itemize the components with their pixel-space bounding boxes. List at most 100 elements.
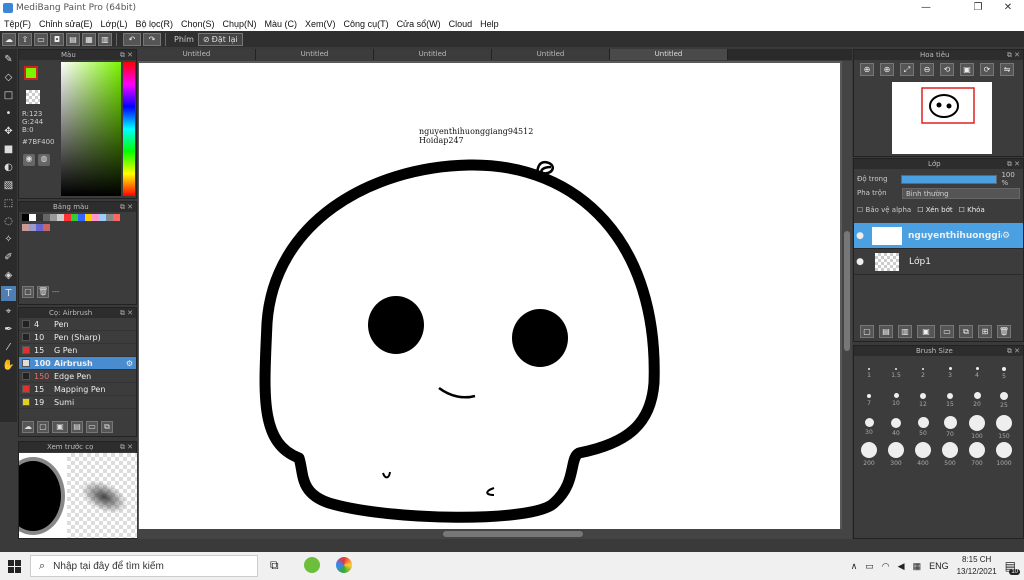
brush-size-option[interactable]: 15 (937, 387, 963, 413)
cloud-brush-icon[interactable]: ☁ (22, 421, 34, 433)
task-view-icon[interactable]: ⧉ (270, 558, 279, 573)
palette-swatch[interactable] (57, 214, 64, 221)
gradient-tool-icon[interactable]: ▧ (1, 178, 16, 193)
delete-layer-icon[interactable]: 🗑 (997, 325, 1011, 338)
panel-controls-icon[interactable]: ⧉ ✕ (120, 202, 133, 212)
brush-size-option[interactable]: 70 (937, 414, 963, 440)
duplicate-brush-icon[interactable]: ⧉ (101, 421, 113, 433)
brush-size-option[interactable]: 150 (991, 414, 1017, 440)
rotate-left-icon[interactable]: ⟲ (940, 63, 954, 76)
layout-icon[interactable]: ▥ (98, 32, 112, 46)
text-tool-icon[interactable]: T (1, 286, 16, 301)
palette-swatch[interactable] (85, 214, 92, 221)
brush-item[interactable]: 100 Airbrush ⚙ (19, 357, 136, 370)
eyedropper-tool-icon[interactable]: ⁄ (1, 340, 16, 355)
brush-item[interactable]: 19 Sumi (19, 396, 136, 409)
visibility-eye-icon[interactable]: ● (854, 231, 866, 241)
menu-layer[interactable]: Lớp(L) (97, 19, 132, 29)
palette-swatch[interactable] (50, 214, 57, 221)
windows-start-icon[interactable] (8, 560, 21, 573)
clock[interactable]: 8:15 CH 13/12/2021 (957, 554, 997, 578)
minimize-button[interactable]: — (912, 0, 940, 16)
add-brush-icon[interactable]: ▣ (52, 421, 68, 433)
dot-tool-icon[interactable]: • (1, 106, 16, 121)
maximize-button[interactable]: ❐ (964, 0, 992, 16)
chevron-up-icon[interactable]: ∧ (851, 561, 858, 572)
battery-icon[interactable]: ▭ (865, 561, 874, 572)
new-8bit-layer-icon[interactable]: ▥ (898, 325, 912, 338)
brush-settings-gear-icon[interactable]: ⚙ (126, 359, 133, 368)
panel-controls-icon[interactable]: ⧉ ✕ (1007, 50, 1020, 60)
undo-icon[interactable]: ↶ (123, 32, 141, 46)
brush-size-option[interactable]: 1.5 (883, 360, 909, 386)
palette-swatch[interactable] (71, 214, 78, 221)
palette-swatch[interactable] (29, 224, 36, 231)
cloud-icon[interactable]: ☁ (2, 32, 16, 46)
merge-down-icon[interactable]: ⊞ (978, 325, 992, 338)
brush-size-option[interactable]: 500 (937, 441, 963, 467)
menu-select[interactable]: Chọn(S) (177, 19, 219, 29)
layer-row[interactable]: ● nguyenthihuonggiang94512 ⚙ (854, 223, 1023, 249)
bucket-tool-icon[interactable]: ◐ (1, 160, 16, 175)
saturation-value-picker[interactable] (61, 62, 121, 196)
layer-folder-icon[interactable]: ▭ (940, 325, 954, 338)
brush-size-option[interactable]: 3 (937, 360, 963, 386)
operation-tool-icon[interactable]: ⌖ (1, 304, 16, 319)
palette-swatch[interactable] (36, 224, 43, 231)
hand-tool-icon[interactable]: ✋ (1, 358, 16, 373)
panel-icon[interactable]: ▤ (66, 32, 80, 46)
notification-icon[interactable]: ▤ 10 (1005, 559, 1020, 575)
drawing-canvas[interactable]: nguyenthihuonggiang94512 Hoidap247 (139, 63, 840, 529)
menu-filter[interactable]: Bộ lọc(R) (131, 19, 177, 29)
hue-slider[interactable] (123, 62, 135, 196)
brush-size-option[interactable]: 1 (856, 360, 882, 386)
keyboard-icon[interactable]: ▦ (913, 561, 922, 572)
new-layer-icon[interactable]: ▢ (860, 325, 874, 338)
palette-swatch[interactable] (106, 214, 113, 221)
brush-size-option[interactable]: 30 (856, 414, 882, 440)
actual-size-icon[interactable]: ▣ (960, 63, 974, 76)
lock-checkbox[interactable]: ☐ Khóa (959, 206, 985, 214)
brush-size-option[interactable]: 40 (883, 414, 909, 440)
menu-color[interactable]: Màu (C) (261, 19, 302, 29)
panel-controls-icon[interactable]: ⧉ ✕ (1007, 346, 1020, 356)
brush-size-option[interactable]: 7 (856, 387, 882, 413)
menu-cloud[interactable]: Cloud (445, 19, 477, 29)
new-halftone-layer-icon[interactable]: ▤ (879, 325, 893, 338)
background-color-swatch[interactable] (26, 90, 40, 104)
tab-untitled-5[interactable]: Untitled (610, 49, 728, 60)
zoom-in-icon[interactable]: ⊕ (860, 63, 874, 76)
fit-screen-icon[interactable]: ⤢ (900, 63, 914, 76)
opacity-slider[interactable] (900, 174, 998, 184)
menu-tools[interactable]: Công cụ(T) (340, 19, 393, 29)
grid-icon[interactable]: ▦ (82, 32, 96, 46)
wifi-icon[interactable]: ◠ (882, 561, 890, 572)
tab-untitled-3[interactable]: Untitled (374, 49, 492, 60)
brush-size-option[interactable]: 300 (883, 441, 909, 467)
clipping-checkbox[interactable]: ☐ Xén bớt (917, 206, 952, 214)
menu-window[interactable]: Cửa sổ(W) (393, 19, 445, 29)
select-pen-tool-icon[interactable]: ✐ (1, 250, 16, 265)
brush-size-option[interactable]: 25 (991, 387, 1017, 413)
layer-settings-gear-icon[interactable]: ⚙ (1002, 231, 1010, 241)
canvas-horizontal-scrollbar[interactable] (138, 529, 852, 539)
horizontal-scroll-thumb[interactable] (443, 531, 583, 537)
palette-swatch[interactable] (113, 214, 120, 221)
new-palette-icon[interactable]: ▢ (22, 286, 34, 298)
palette-swatch[interactable] (64, 214, 71, 221)
brush-size-option[interactable]: 100 (964, 414, 990, 440)
brush-item[interactable]: 10 Pen (Sharp) (19, 331, 136, 344)
foreground-color-swatch[interactable] (24, 66, 38, 80)
protect-alpha-checkbox[interactable]: ☐ Bảo vệ alpha (857, 206, 911, 214)
flip-icon[interactable]: ⇋ (1000, 63, 1014, 76)
brush-item[interactable]: 4 Pen (19, 318, 136, 331)
panel-controls-icon[interactable]: ⧉ ✕ (1007, 159, 1020, 169)
canvas-vertical-scrollbar[interactable] (842, 61, 852, 529)
zoom-in-alt-icon[interactable]: ⊕ (880, 63, 894, 76)
zoom-out-icon[interactable]: ⊖ (920, 63, 934, 76)
lasso-tool-icon[interactable]: ◌ (1, 214, 16, 229)
palette-swatch[interactable] (92, 214, 99, 221)
color-picker-mode-icon[interactable]: ◍ (38, 154, 50, 166)
menu-snap[interactable]: Chụp(N) (219, 19, 261, 29)
palette-mode-icon[interactable]: ◉ (23, 154, 35, 166)
